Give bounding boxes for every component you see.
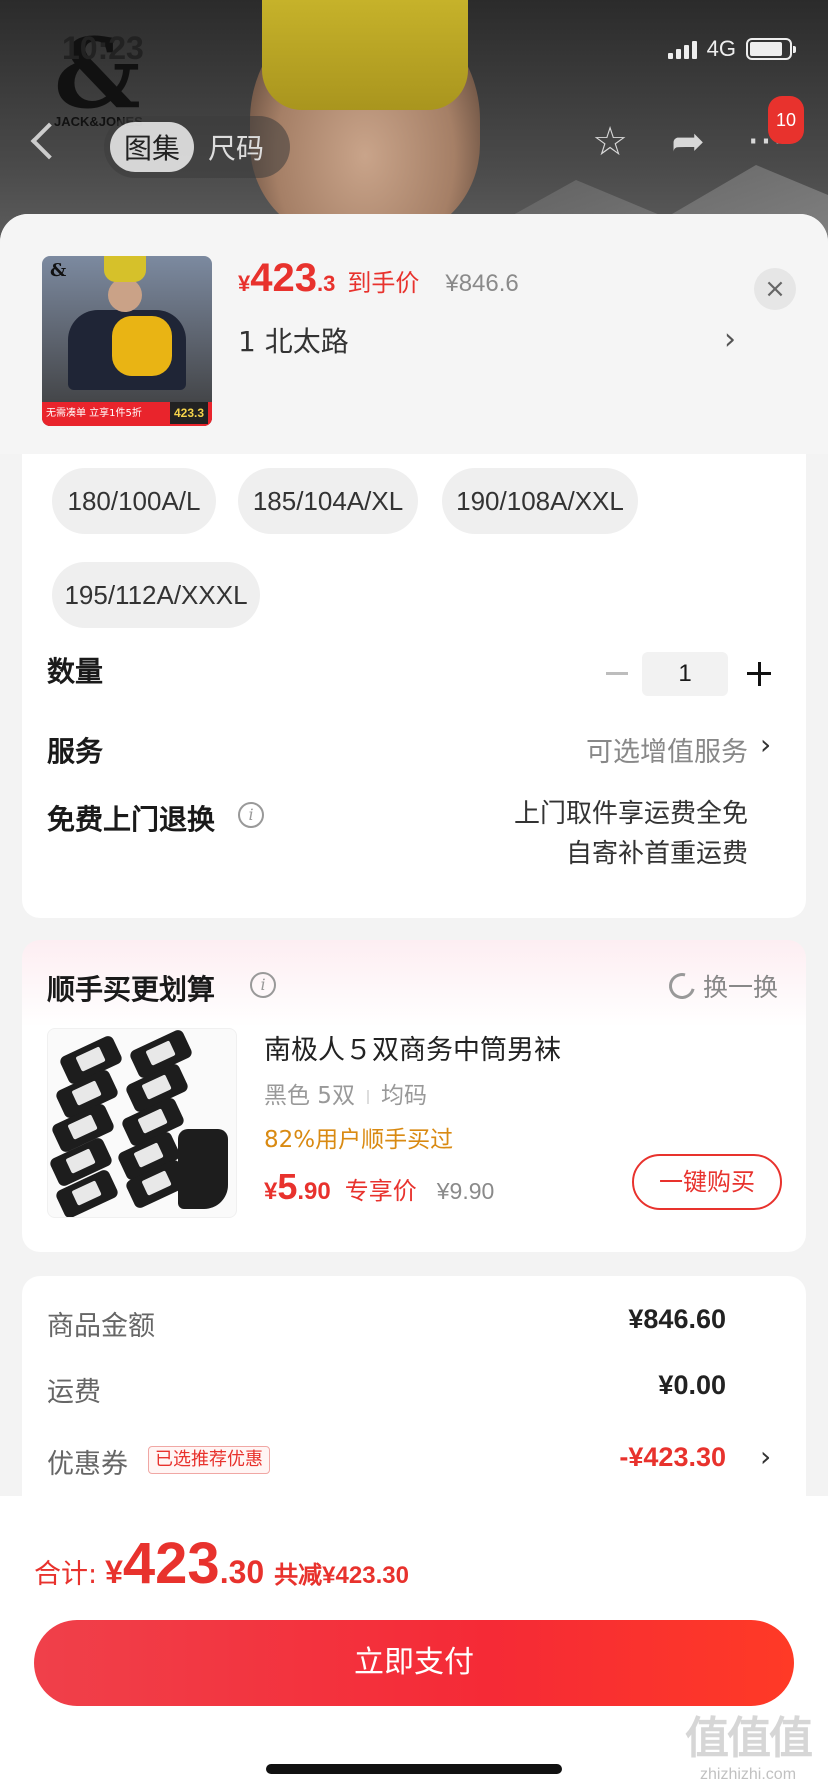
chevron-right-icon[interactable]: › <box>724 322 736 357</box>
close-button[interactable]: × <box>754 268 796 310</box>
recommend-price-row: ¥ 5 .90 专享价 ¥9.90 <box>264 1166 494 1208</box>
coupon-badge: 已选推荐优惠 <box>148 1446 270 1474</box>
gallery-tabs: 图集 尺码 <box>104 116 290 178</box>
recommend-card: 顺手买更划算 i 换一换 南极人５双商务中筒男袜 黑色 5双 均码 82%用户顺手… <box>22 940 806 1252</box>
hero-actions: ☆ ➦ ··· 10 <box>588 96 804 164</box>
quantity-increase-button[interactable] <box>744 660 774 688</box>
info-icon[interactable]: i <box>250 972 276 998</box>
recommend-item-spec: 黑色 5双 均码 <box>264 1076 427 1110</box>
service-value[interactable]: 可选增值服务 <box>586 730 748 769</box>
star-icon[interactable]: ☆ <box>588 120 632 164</box>
total-saved: 共减¥423.30 <box>274 1555 409 1590</box>
total-currency: ¥ <box>105 1554 123 1590</box>
total-int: 423 <box>122 1531 220 1596</box>
tab-size[interactable]: 尺码 <box>194 122 278 172</box>
recommend-title: 顺手买更划算 <box>47 973 216 1006</box>
watermark-url: zhizhizhi.com <box>699 1766 797 1783</box>
network-type: 4G <box>706 36 736 61</box>
price-row: ¥423.3 到手价 ¥846.6 <box>238 256 519 301</box>
status-bar-right: 4G <box>667 36 796 62</box>
chevron-right-icon[interactable]: › <box>760 728 771 761</box>
coupon-value[interactable]: -¥423.30 <box>619 1442 726 1473</box>
quantity-decrease-button[interactable] <box>602 660 632 688</box>
socks-image[interactable] <box>47 1028 237 1218</box>
watermark-logo: 值值值 <box>685 1713 813 1764</box>
size-chip[interactable]: 180/100A/L <box>52 468 216 534</box>
free-return-label: 免费上门退换 <box>47 803 216 836</box>
free-return-line1: 上门取件享运费全免 <box>513 799 748 829</box>
total-label: 合计: <box>34 1559 98 1590</box>
chevron-right-icon[interactable]: › <box>760 1440 771 1473</box>
refresh-label: 换一换 <box>702 973 778 1002</box>
battery-icon <box>746 38 796 60</box>
more-icon[interactable]: ··· 10 <box>744 96 804 164</box>
amount-summary-card: 商品金额 ¥846.60 运费 ¥0.00 优惠券 已选推荐优惠 -¥423.3… <box>22 1276 806 1516</box>
delivery-address[interactable]: 1 北太路 <box>238 320 349 360</box>
goods-amount-label: 商品金额 <box>47 1311 155 1342</box>
checkout-bar: 合计: ¥ 423 .30 共减¥423.30 立即支付 值值值 zhizhiz… <box>0 1496 828 1792</box>
status-time: 10:23 <box>62 30 144 66</box>
price-tag: 到手价 <box>347 269 420 297</box>
recommend-item-size: 均码 <box>380 1083 427 1109</box>
info-icon[interactable]: i <box>238 802 264 828</box>
refresh-icon <box>664 968 700 1004</box>
recommend-item-name[interactable]: 南极人５双商务中筒男袜 <box>264 1028 561 1067</box>
size-chip[interactable]: 185/104A/XL <box>238 468 418 534</box>
sheet-header: & 无需凑单 立享1件5折 423.3 ¥423.3 到手价 ¥846.6 1 … <box>0 214 828 454</box>
recommend-bought-pct: 82%用户顺手买过 <box>264 1127 454 1153</box>
signal-icon <box>667 39 697 59</box>
share-icon[interactable]: ➦ <box>666 120 710 164</box>
recommend-price-tag: 专享价 <box>344 1177 417 1205</box>
size-chip[interactable]: 195/112A/XXXL <box>52 562 260 628</box>
quantity-label: 数量 <box>47 655 104 688</box>
home-indicator[interactable] <box>266 1764 562 1774</box>
saved-value: ¥423.30 <box>322 1562 409 1589</box>
recommend-item-color: 黑色 5双 <box>264 1083 355 1109</box>
product-thumbnail: & 无需凑单 立享1件5折 423.3 <box>42 256 212 426</box>
shipping-value: ¥0.00 <box>658 1370 726 1400</box>
original-price: ¥846.6 <box>445 270 519 297</box>
size-chip[interactable]: 190/108A/XXL <box>442 468 638 534</box>
saved-label: 共减 <box>274 1561 323 1589</box>
one-click-buy-button[interactable]: 一键购买 <box>632 1154 782 1210</box>
thumb-logo: & <box>50 260 67 281</box>
free-return-desc: 上门取件享运费全免 自寄补首重运费 <box>514 794 748 874</box>
watermark: 值值值 zhizhizhi.com <box>678 1702 818 1784</box>
free-return-line2: 自寄补首重运费 <box>565 839 748 869</box>
service-label: 服务 <box>47 735 104 768</box>
recommend-original-price: ¥9.90 <box>436 1178 495 1204</box>
thumb-price: 423.3 <box>169 402 208 424</box>
hero-model-hat <box>262 0 468 110</box>
tab-gallery[interactable]: 图集 <box>110 122 195 172</box>
total-row: 合计: ¥ 423 .30 共减¥423.30 <box>34 1530 409 1597</box>
final-price: ¥423.3 <box>238 256 336 300</box>
coupon-label[interactable]: 优惠券 <box>47 1442 128 1481</box>
cart-badge: 10 <box>767 96 804 144</box>
pay-now-button[interactable]: 立即支付 <box>34 1620 794 1706</box>
recommend-price-dec: .90 <box>297 1178 331 1205</box>
shipping-label: 运费 <box>47 1377 101 1408</box>
recommend-price-currency: ¥ <box>264 1178 278 1205</box>
options-card: 180/100A/L 185/104A/XL 190/108A/XXL 195/… <box>22 454 806 918</box>
goods-amount-value: ¥846.60 <box>628 1304 726 1334</box>
quantity-input[interactable]: 1 <box>642 652 728 696</box>
refresh-button[interactable]: 换一换 <box>664 968 778 1004</box>
recommend-price-int: 5 <box>277 1166 298 1207</box>
total-dec: .30 <box>219 1554 265 1590</box>
